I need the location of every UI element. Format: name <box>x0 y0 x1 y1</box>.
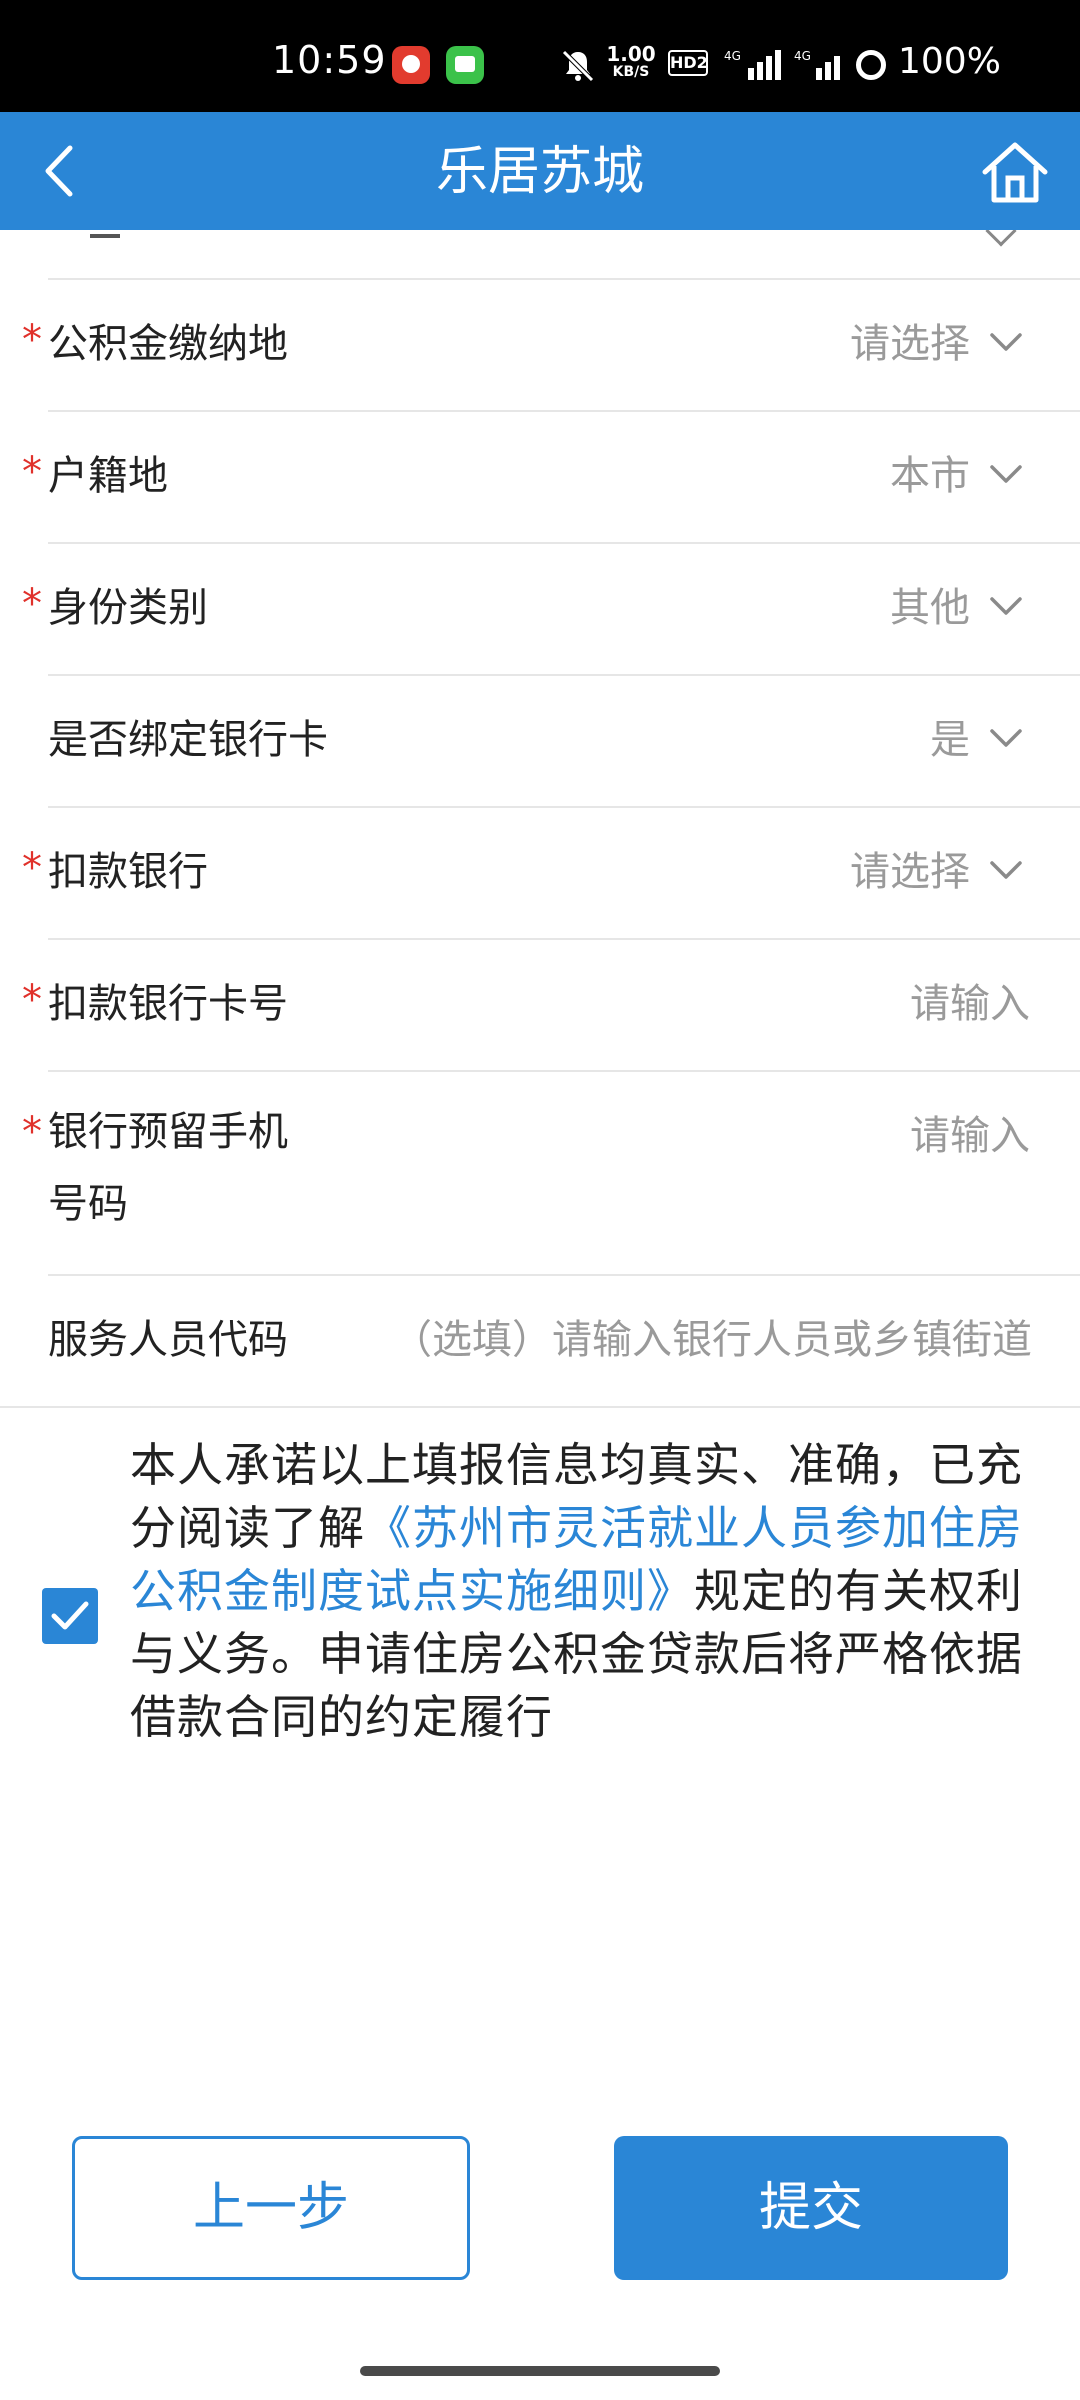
home-icon[interactable] <box>980 140 1050 206</box>
consent-section: 本人承诺以上填报信息均真实、准确，已充分阅读了解《苏州市灵活就业人员参加住房公积… <box>0 1410 1080 1770</box>
required-mark: * <box>22 1109 42 1155</box>
svg-text:4G: 4G <box>794 49 811 63</box>
notification-app-icon <box>392 46 430 84</box>
required-mark: * <box>22 317 42 363</box>
field-identity-category[interactable]: * 身份类别 其他 <box>0 544 1080 676</box>
field-reserved-phone[interactable]: * 银行预留手机号码 请输入 <box>0 1072 1080 1276</box>
home-indicator[interactable] <box>360 2366 720 2376</box>
message-app-icon <box>446 46 484 84</box>
required-mark: * <box>22 449 42 495</box>
field-debit-bank[interactable]: * 扣款银行 请选择 <box>0 808 1080 940</box>
field-debit-card-number[interactable]: * 扣款银行卡号 请输入 <box>0 940 1080 1072</box>
required-mark: * <box>22 977 42 1023</box>
status-time: 10:59 <box>272 38 387 82</box>
select-value[interactable]: 请选择 <box>850 848 970 896</box>
required-mark: * <box>22 581 42 627</box>
battery-percent: 100% <box>898 41 1001 82</box>
field-label: 扣款银行卡号 <box>48 981 288 1027</box>
mute-bell-icon <box>562 50 594 82</box>
field-service-staff-code[interactable]: 服务人员代码 （选填）请输入银行人员或乡镇街道 <box>0 1276 1080 1408</box>
chevron-down-icon[interactable] <box>988 588 1024 624</box>
chevron-down-icon[interactable] <box>988 720 1024 756</box>
field-label: 公积金缴纳地 <box>48 321 288 367</box>
field-label: 是否绑定银行卡 <box>48 717 328 763</box>
svg-text:4G: 4G <box>724 49 741 63</box>
clipped-label <box>90 230 120 238</box>
consent-text: 本人承诺以上填报信息均真实、准确，已充分阅读了解《苏州市灵活就业人员参加住房公积… <box>130 1434 1050 1749</box>
chevron-down-icon[interactable] <box>988 456 1024 492</box>
select-value[interactable]: 其他 <box>890 584 970 632</box>
card-number-input[interactable]: 请输入 <box>910 980 1030 1028</box>
field-label: 银行预留手机号码 <box>48 1109 288 1227</box>
consent-checkbox[interactable] <box>42 1588 98 1644</box>
submit-button[interactable]: 提交 <box>614 2136 1008 2280</box>
net-speed: 1.00 KB/S <box>606 42 656 80</box>
status-bar: 10:59 1.00 KB/S HD2 4G 4G 100% <box>0 0 1080 112</box>
field-bind-bank-card[interactable]: 是否绑定银行卡 是 <box>0 676 1080 808</box>
signal-icon: 4G <box>724 49 781 80</box>
select-value[interactable]: 请选择 <box>850 320 970 368</box>
staff-code-input[interactable]: （选填）请输入银行人员或乡镇街道 <box>392 1316 1032 1364</box>
page-title: 乐居苏城 <box>435 142 644 202</box>
field-label: 户籍地 <box>48 453 168 499</box>
chevron-down-icon[interactable] <box>988 852 1024 888</box>
required-mark: * <box>22 845 42 891</box>
clipped-chevron-icon <box>985 230 1017 247</box>
field-fund-location[interactable]: * 公积金缴纳地 请选择 <box>0 280 1080 412</box>
partial-form-row <box>0 230 1080 280</box>
select-value[interactable]: 本市 <box>890 452 970 500</box>
previous-step-button[interactable]: 上一步 <box>72 2136 470 2280</box>
hd-badge: HD2 <box>668 50 708 76</box>
battery-icon <box>856 50 886 80</box>
app-header: 乐居苏城 <box>0 112 1080 230</box>
signal-icon-2: 4G <box>794 49 840 80</box>
phone-input[interactable]: 请输入 <box>910 1112 1030 1160</box>
field-label: 身份类别 <box>48 585 208 631</box>
checkmark-icon <box>51 1601 89 1630</box>
chevron-down-icon[interactable] <box>988 324 1024 360</box>
select-value[interactable]: 是 <box>930 716 970 764</box>
divider <box>0 1406 1080 1408</box>
field-household-registration[interactable]: * 户籍地 本市 <box>0 412 1080 544</box>
field-label: 服务人员代码 <box>48 1317 288 1363</box>
field-label: 扣款银行 <box>48 849 208 895</box>
